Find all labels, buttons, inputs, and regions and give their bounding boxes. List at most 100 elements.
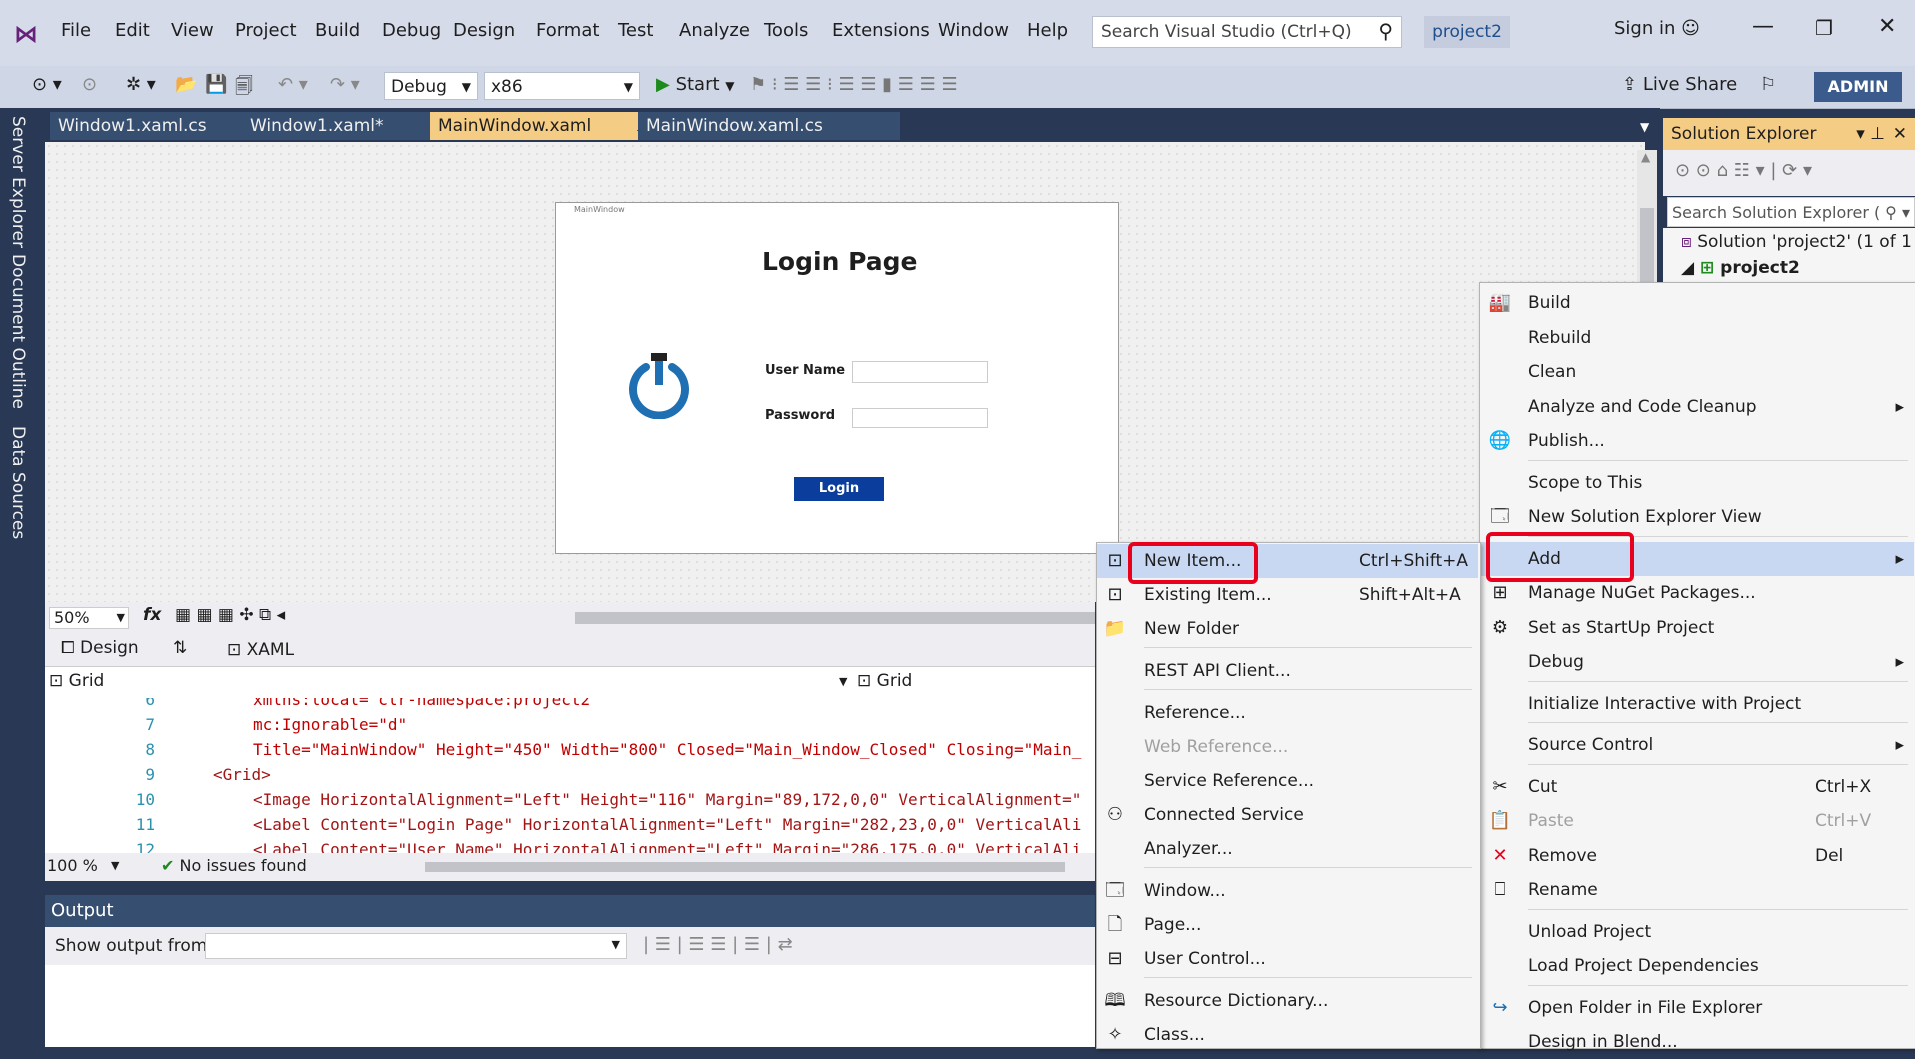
- se-tools-icon[interactable]: ⊙ ⊙ ⌂ ☷ ▾ | ⟳ ▾: [1675, 160, 1812, 181]
- menu-item-open-folder-in-file-explorer[interactable]: ↪ Open Folder in File Explorer: [1480, 991, 1914, 1025]
- menu-item-remove[interactable]: ✕ Remove Del: [1480, 839, 1914, 873]
- menu-item-unload-project[interactable]: Unload Project: [1480, 915, 1914, 949]
- menu-edit[interactable]: Edit: [115, 20, 150, 41]
- menu-test[interactable]: Test: [618, 20, 653, 41]
- code-horizontal-scrollbar[interactable]: [425, 862, 1065, 872]
- designer-horizontal-scrollbar[interactable]: [575, 612, 1095, 624]
- document-outline-tab[interactable]: Document Outline: [8, 254, 28, 409]
- output-tools-icon[interactable]: | ☰ | ☰ ☰ | ☰ | ⇄: [643, 934, 793, 955]
- menu-item-rename[interactable]: ⎕ Rename: [1480, 873, 1914, 907]
- issues-indicator[interactable]: ✔ No issues found: [161, 856, 307, 875]
- menu-item-paste[interactable]: 📋 Paste Ctrl+V: [1480, 804, 1914, 838]
- solution-node[interactable]: ⧈ Solution 'project2' (1 of 1 p: [1681, 232, 1915, 252]
- output-source-dropdown[interactable]: ▼: [205, 933, 627, 959]
- menu-item-publish[interactable]: 🌐 Publish...: [1480, 424, 1914, 458]
- menu-item-rest-api-client[interactable]: REST API Client...: [1097, 654, 1478, 688]
- redo-icon[interactable]: ↷ ▾: [330, 74, 360, 95]
- code-line[interactable]: 10 <Image HorizontalAlignment="Left" Heig…: [45, 790, 1095, 815]
- tab-design[interactable]: ⧠ Design: [61, 638, 139, 658]
- back-icon[interactable]: ⊙ ▾: [32, 74, 62, 95]
- menu-analyze[interactable]: Analyze: [679, 20, 750, 41]
- menu-build[interactable]: Build: [315, 20, 360, 41]
- menu-item-service-reference[interactable]: Service Reference...: [1097, 764, 1478, 798]
- menu-item-web-reference[interactable]: Web Reference...: [1097, 730, 1478, 764]
- username-input[interactable]: [852, 361, 988, 383]
- menu-item-initialize-interactive-with-project[interactable]: Initialize Interactive with Project: [1480, 687, 1914, 721]
- save-icon[interactable]: 💾: [205, 74, 227, 95]
- menu-project[interactable]: Project: [235, 20, 297, 41]
- save-all-icon[interactable]: 🗐: [235, 74, 253, 104]
- password-input[interactable]: [852, 408, 988, 428]
- grid-icon[interactable]: ▦ ▦ ▦ ✣ ⧉ ◂: [175, 605, 285, 625]
- code-line[interactable]: 11 <Label Content="Login Page" Horizontal…: [45, 815, 1095, 840]
- menu-file[interactable]: File: [61, 20, 91, 41]
- tab-overflow-icon[interactable]: ▼: [1640, 120, 1649, 134]
- menu-debug[interactable]: Debug: [382, 20, 441, 41]
- output-content[interactable]: [45, 965, 1095, 1047]
- menu-item-build[interactable]: 🏭 Build: [1480, 286, 1914, 320]
- menu-item-analyzer[interactable]: Analyzer...: [1097, 832, 1478, 866]
- doc-tab-0[interactable]: Window1.xaml.cs: [50, 112, 246, 140]
- menu-format[interactable]: Format: [536, 20, 599, 41]
- close-icon[interactable]: ✕: [1893, 118, 1907, 150]
- menu-item-reference[interactable]: Reference...: [1097, 696, 1478, 730]
- menu-item-new-folder[interactable]: 📁 New Folder: [1097, 612, 1478, 646]
- sign-in-link[interactable]: Sign in ☺: [1614, 18, 1700, 39]
- new-project-icon[interactable]: ✲ ▾: [126, 74, 156, 95]
- menu-extensions[interactable]: Extensions: [832, 20, 930, 41]
- main-window-preview[interactable]: MainWindow Login Page User Name Password…: [555, 202, 1119, 554]
- doc-tab-3[interactable]: MainWindow.xaml.cs: [638, 112, 900, 140]
- menu-view[interactable]: View: [171, 20, 214, 41]
- code-line[interactable]: 12 <Label Content="User Name" HorizontalA…: [45, 840, 1095, 853]
- menu-tools[interactable]: Tools: [764, 20, 808, 41]
- data-sources-tab[interactable]: Data Sources: [8, 426, 28, 539]
- search-icon[interactable]: ⚲ ▾: [1885, 198, 1910, 226]
- menu-item-design-in-blend[interactable]: Design in Blend...: [1480, 1025, 1914, 1059]
- menu-item-analyze-and-code-cleanup[interactable]: Analyze and Code Cleanup ▸: [1480, 390, 1914, 424]
- menu-item-set-as-startup-project[interactable]: ⚙ Set as StartUp Project: [1480, 611, 1914, 645]
- code-line[interactable]: 7 mc:Ignorable="d": [45, 715, 1095, 740]
- minimize-button[interactable]: —: [1752, 14, 1774, 39]
- solution-explorer-search[interactable]: Search Solution Explorer ( ⚲ ▾: [1667, 197, 1915, 227]
- close-button[interactable]: ✕: [1878, 14, 1896, 39]
- menu-item-rebuild[interactable]: Rebuild: [1480, 321, 1914, 355]
- menu-item-source-control[interactable]: Source Control ▸: [1480, 728, 1914, 762]
- pin-icon[interactable]: ▾ ⊥: [1856, 118, 1885, 150]
- search-box[interactable]: Search Visual Studio (Ctrl+Q) ⚲: [1092, 16, 1402, 48]
- menu-item-load-project-dependencies[interactable]: Load Project Dependencies: [1480, 949, 1914, 983]
- menu-help[interactable]: Help: [1027, 20, 1068, 41]
- swap-panes-icon[interactable]: ⇅: [173, 638, 187, 658]
- server-explorer-tab[interactable]: Server Explorer: [8, 116, 28, 248]
- menu-window[interactable]: Window: [938, 20, 1009, 41]
- menu-item-clean[interactable]: Clean: [1480, 355, 1914, 389]
- scroll-up-icon[interactable]: ▲: [1641, 150, 1650, 164]
- login-button[interactable]: Login: [794, 477, 884, 501]
- element-dropdown-right[interactable]: ⊡ Grid: [857, 671, 912, 691]
- vs-logo-icon[interactable]: ⋈: [14, 20, 38, 48]
- fx-icon[interactable]: fx: [143, 605, 161, 625]
- code-zoom-dropdown[interactable]: 100 % ▼: [47, 856, 125, 875]
- zoom-dropdown[interactable]: 50% ▼: [49, 607, 129, 629]
- menu-item-window[interactable]: 🗔 Window...: [1097, 874, 1478, 908]
- tab-xaml[interactable]: ⊡ XAML: [227, 640, 294, 660]
- element-dropdown-left[interactable]: ⊡ Grid ▼: [49, 671, 849, 691]
- forward-icon[interactable]: ⊙: [82, 74, 97, 95]
- project-node[interactable]: ◢ ⊞ project2: [1681, 258, 1800, 278]
- platform-dropdown[interactable]: x86 ▼: [484, 72, 640, 100]
- menu-item-scope-to-this[interactable]: Scope to This: [1480, 466, 1914, 500]
- menu-item-new-solution-explorer-view[interactable]: 🗔 New Solution Explorer View: [1480, 500, 1914, 534]
- menu-item-user-control[interactable]: ⊟ User Control...: [1097, 942, 1478, 976]
- code-line[interactable]: 6 xmlns:local="clr-namespace:project2": [45, 698, 1095, 715]
- code-line[interactable]: 8 Title="MainWindow" Height="450" Width="…: [45, 740, 1095, 765]
- search-icon[interactable]: ⚲: [1378, 19, 1393, 43]
- xaml-code-editor[interactable]: 6 xmlns:local="clr-namespace:project2" 7 mc…: [45, 698, 1095, 853]
- open-icon[interactable]: 📂: [175, 74, 197, 95]
- menu-item-debug[interactable]: Debug ▸: [1480, 645, 1914, 679]
- menu-item-connected-service[interactable]: ⚇ Connected Service: [1097, 798, 1478, 832]
- menu-item-resource-dictionary[interactable]: 🕮 Resource Dictionary...: [1097, 984, 1478, 1018]
- toolbar-tools-icon[interactable]: ⚑ ⁝ ☰ ☰ ⁝ ☰ ☰ ▮ ☰ ☰ ☰: [750, 74, 958, 95]
- menu-item-cut[interactable]: ✂ Cut Ctrl+X: [1480, 770, 1914, 804]
- start-button[interactable]: ▶ Start ▼: [656, 74, 735, 95]
- undo-icon[interactable]: ↶ ▾: [278, 74, 308, 95]
- menu-design[interactable]: Design: [453, 20, 515, 41]
